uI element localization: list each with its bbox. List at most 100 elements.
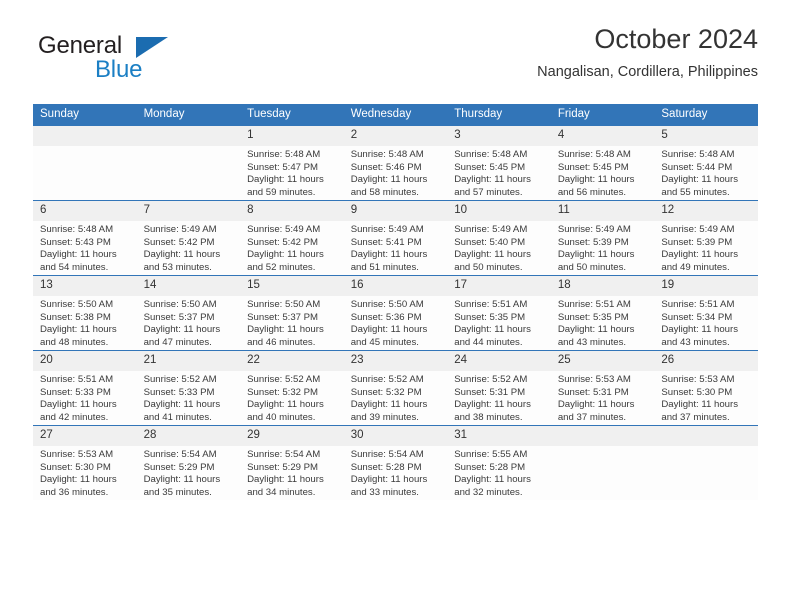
day-details: Sunrise: 5:51 AM Sunset: 5:35 PM Daylight:…	[551, 296, 655, 349]
day-number: 19	[654, 276, 758, 296]
calendar-day-cell[interactable]: 16 Sunrise: 5:50 AM Sunset: 5:36 PM Dayligh…	[343, 275, 448, 351]
calendar-day-cell[interactable]: 10 Sunrise: 5:49 AM Sunset: 5:40 PM Dayligh…	[447, 200, 551, 276]
calendar-day-cell[interactable]: 28 Sunrise: 5:54 AM Sunset: 5:29 PM Dayligh…	[136, 425, 241, 500]
detail-sunset: Sunset: 5:38 PM	[40, 311, 111, 323]
day-details: Sunrise: 5:51 AM Sunset: 5:35 PM Daylight:…	[447, 296, 551, 349]
calendar-day-cell[interactable]: 5 Sunrise: 5:48 AM Sunset: 5:44 PM Daylight…	[654, 125, 758, 201]
calendar-day-cell[interactable]: 1 Sunrise: 5:48 AM Sunset: 5:47 PM Daylight…	[240, 125, 344, 201]
day-number: 21	[136, 351, 241, 371]
calendar-day-cell[interactable]: 2 Sunrise: 5:48 AM Sunset: 5:46 PM Daylight…	[343, 125, 448, 201]
calendar-day-cell[interactable]: 19 Sunrise: 5:51 AM Sunset: 5:34 PM Dayligh…	[654, 275, 758, 351]
calendar-day-cell[interactable]: 17 Sunrise: 5:51 AM Sunset: 5:35 PM Dayligh…	[447, 275, 551, 351]
detail-sunset: Sunset: 5:45 PM	[557, 161, 629, 173]
detail-sunset: Sunset: 5:34 PM	[661, 311, 733, 323]
detail-daylight-line2: and 44 minutes.	[454, 336, 523, 348]
detail-daylight-line1: Daylight: 11 hours	[454, 324, 531, 336]
detail-sunrise: Sunrise: 5:50 AM	[40, 299, 114, 310]
day-number: 9	[343, 201, 448, 221]
day-number: 1	[240, 126, 344, 146]
calendar-day-cell[interactable]: 12 Sunrise: 5:49 AM Sunset: 5:39 PM Dayligh…	[654, 200, 758, 276]
calendar-day-cell[interactable]: 14 Sunrise: 5:50 AM Sunset: 5:37 PM Dayligh…	[136, 275, 241, 351]
calendar-day-cell[interactable]: 22 Sunrise: 5:52 AM Sunset: 5:32 PM Dayligh…	[240, 350, 344, 426]
calendar-day-cell[interactable]: 9 Sunrise: 5:49 AM Sunset: 5:41 PM Daylight…	[343, 200, 448, 276]
day-number: 22	[240, 351, 344, 371]
detail-daylight-line1: Daylight: 11 hours	[40, 249, 117, 261]
calendar-day-cell[interactable]: 11 Sunrise: 5:49 AM Sunset: 5:39 PM Dayligh…	[550, 200, 655, 276]
calendar-day-cell[interactable]: 24 Sunrise: 5:52 AM Sunset: 5:31 PM Dayligh…	[447, 350, 551, 426]
detail-sunset: Sunset: 5:33 PM	[143, 386, 215, 398]
detail-daylight-line1: Daylight: 11 hours	[350, 174, 428, 186]
calendar-day-cell[interactable]: 30 Sunrise: 5:54 AM Sunset: 5:28 PM Dayligh…	[343, 425, 448, 500]
day-details: Sunrise: 5:52 AM Sunset: 5:32 PM Daylight:…	[344, 371, 448, 424]
weekday-header-wednesday: Wednesday	[343, 104, 448, 126]
detail-daylight-line2: and 33 minutes.	[350, 486, 419, 498]
day-details: Sunrise: 5:50 AM Sunset: 5:37 PM Daylight:…	[137, 296, 241, 349]
detail-daylight-line1: Daylight: 11 hours	[143, 399, 221, 411]
detail-sunrise: Sunrise: 5:54 AM	[247, 449, 321, 460]
detail-daylight-line1: Daylight: 11 hours	[557, 174, 635, 186]
detail-sunset: Sunset: 5:28 PM	[454, 461, 526, 473]
calendar-day-cell[interactable]: 13 Sunrise: 5:50 AM Sunset: 5:38 PM Dayligh…	[33, 275, 137, 351]
detail-sunrise: Sunrise: 5:52 AM	[247, 374, 321, 385]
day-number: 16	[343, 276, 448, 296]
detail-daylight-line1: Daylight: 11 hours	[247, 474, 324, 486]
day-number: 12	[654, 201, 758, 221]
detail-sunset: Sunset: 5:43 PM	[40, 236, 111, 248]
calendar-day-cell[interactable]: 27 Sunrise: 5:53 AM Sunset: 5:30 PM Dayligh…	[33, 425, 137, 500]
detail-sunset: Sunset: 5:47 PM	[247, 161, 319, 173]
calendar-body: 1 Sunrise: 5:48 AM Sunset: 5:47 PM Daylight…	[33, 125, 758, 500]
detail-daylight-line2: and 54 minutes.	[40, 261, 109, 273]
detail-sunrise: Sunrise: 5:48 AM	[454, 149, 528, 160]
day-details: Sunrise: 5:52 AM Sunset: 5:33 PM Daylight:…	[137, 371, 241, 424]
calendar-day-cell[interactable]: 15 Sunrise: 5:50 AM Sunset: 5:37 PM Dayligh…	[240, 275, 344, 351]
detail-sunset: Sunset: 5:36 PM	[350, 311, 422, 323]
calendar-day-cell[interactable]: 8 Sunrise: 5:49 AM Sunset: 5:42 PM Daylight…	[240, 200, 344, 276]
calendar-day-cell[interactable]: 20 Sunrise: 5:51 AM Sunset: 5:33 PM Dayligh…	[33, 350, 137, 426]
detail-sunset: Sunset: 5:46 PM	[350, 161, 422, 173]
detail-sunset: Sunset: 5:28 PM	[350, 461, 422, 473]
detail-daylight-line2: and 59 minutes.	[247, 186, 316, 198]
day-number: 6	[33, 201, 137, 221]
calendar-table: Sunday Monday Tuesday Wednesday Thursday…	[33, 104, 758, 500]
detail-sunset: Sunset: 5:33 PM	[40, 386, 111, 398]
calendar-day-cell[interactable]: 31 Sunrise: 5:55 AM Sunset: 5:28 PM Dayligh…	[447, 425, 551, 500]
detail-daylight-line1: Daylight: 11 hours	[350, 474, 428, 486]
day-number: 10	[447, 201, 551, 221]
detail-sunrise: Sunrise: 5:48 AM	[557, 149, 631, 160]
detail-sunrise: Sunrise: 5:51 AM	[40, 374, 114, 385]
day-details: Sunrise: 5:48 AM Sunset: 5:45 PM Daylight:…	[551, 146, 655, 199]
day-details: Sunrise: 5:50 AM Sunset: 5:37 PM Daylight:…	[240, 296, 344, 349]
detail-daylight-line1: Daylight: 11 hours	[454, 174, 531, 186]
detail-sunrise: Sunrise: 5:52 AM	[454, 374, 528, 385]
calendar-day-cell[interactable]: 25 Sunrise: 5:53 AM Sunset: 5:31 PM Dayligh…	[550, 350, 655, 426]
detail-daylight-line1: Daylight: 11 hours	[350, 399, 428, 411]
detail-daylight-line2: and 32 minutes.	[454, 486, 523, 498]
calendar-day-cell[interactable]: 6 Sunrise: 5:48 AM Sunset: 5:43 PM Daylight…	[33, 200, 137, 276]
detail-daylight-line2: and 58 minutes.	[350, 186, 419, 198]
day-number: 4	[550, 126, 655, 146]
detail-sunrise: Sunrise: 5:49 AM	[350, 224, 424, 235]
calendar-day-cell[interactable]: 4 Sunrise: 5:48 AM Sunset: 5:45 PM Daylight…	[550, 125, 655, 201]
detail-sunset: Sunset: 5:32 PM	[350, 386, 422, 398]
detail-sunrise: Sunrise: 5:48 AM	[661, 149, 735, 160]
day-number	[654, 426, 758, 446]
day-details: Sunrise: 5:53 AM Sunset: 5:30 PM Daylight:…	[654, 371, 758, 424]
detail-sunrise: Sunrise: 5:54 AM	[350, 449, 424, 460]
detail-daylight-line2: and 35 minutes.	[143, 486, 212, 498]
detail-daylight-line2: and 42 minutes.	[40, 411, 109, 423]
detail-daylight-line2: and 56 minutes.	[557, 186, 627, 198]
calendar-day-cell[interactable]: 26 Sunrise: 5:53 AM Sunset: 5:30 PM Dayligh…	[654, 350, 758, 426]
calendar-day-cell[interactable]: 21 Sunrise: 5:52 AM Sunset: 5:33 PM Dayligh…	[136, 350, 241, 426]
detail-sunset: Sunset: 5:29 PM	[143, 461, 215, 473]
day-number: 3	[447, 126, 551, 146]
day-details: Sunrise: 5:48 AM Sunset: 5:43 PM Daylight:…	[33, 221, 137, 274]
day-number: 28	[136, 426, 241, 446]
day-number: 26	[654, 351, 758, 371]
calendar-day-cell[interactable]: 7 Sunrise: 5:49 AM Sunset: 5:42 PM Daylight…	[136, 200, 241, 276]
detail-daylight-line2: and 46 minutes.	[247, 336, 316, 348]
calendar-day-cell[interactable]: 23 Sunrise: 5:52 AM Sunset: 5:32 PM Dayligh…	[343, 350, 448, 426]
calendar-day-cell[interactable]: 3 Sunrise: 5:48 AM Sunset: 5:45 PM Daylight…	[447, 125, 551, 201]
calendar-day-cell[interactable]: 18 Sunrise: 5:51 AM Sunset: 5:35 PM Dayligh…	[550, 275, 655, 351]
detail-daylight-line1: Daylight: 11 hours	[40, 324, 117, 336]
calendar-day-cell[interactable]: 29 Sunrise: 5:54 AM Sunset: 5:29 PM Dayligh…	[240, 425, 344, 500]
